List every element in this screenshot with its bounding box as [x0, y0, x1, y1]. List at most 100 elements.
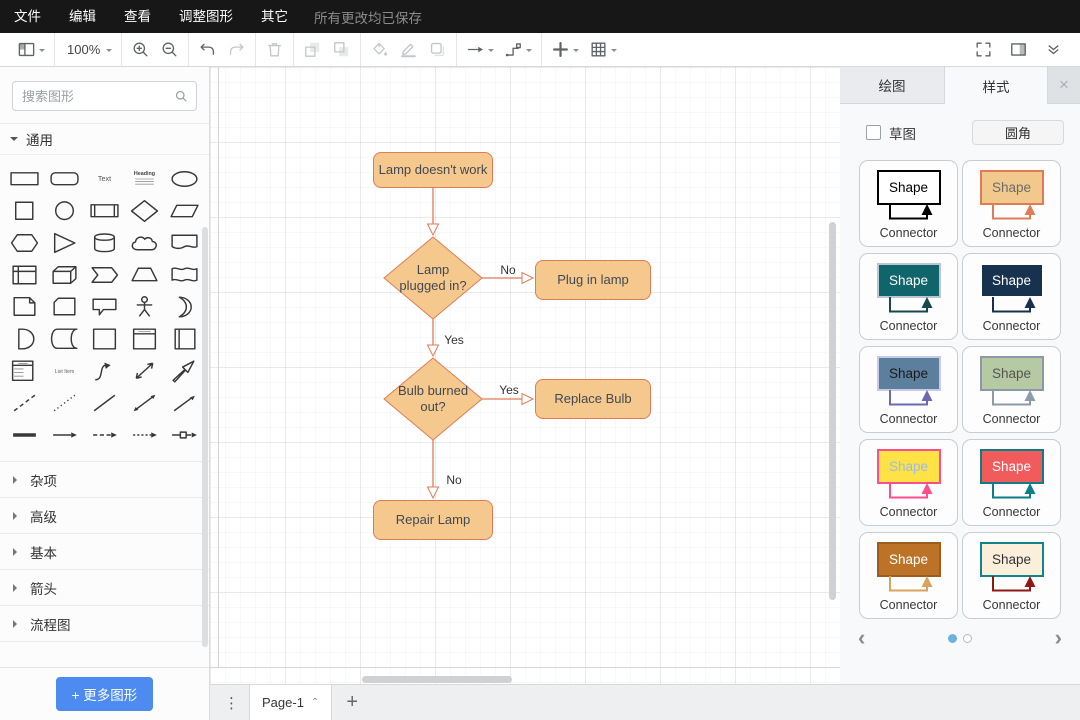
palette-shape-arrow[interactable] [165, 355, 205, 387]
node-q1[interactable]: Lamp plugged in? [393, 237, 473, 319]
palette-shape-labeled-edge[interactable] [125, 419, 165, 451]
palette-shape-text[interactable]: Text [84, 163, 124, 195]
fullscreen-button[interactable] [969, 36, 998, 63]
style-card-3[interactable]: ShapeConnector [859, 253, 958, 340]
search-input[interactable] [12, 81, 197, 111]
zoom-out-button[interactable] [155, 36, 184, 63]
node-plug[interactable]: Plug in lamp [535, 260, 651, 300]
palette-shape-list[interactable] [4, 355, 44, 387]
palette-shape-list-item[interactable]: List Item [44, 355, 84, 387]
style-card-8[interactable]: ShapeConnector [962, 439, 1061, 526]
tab-diagram[interactable]: 绘图 [840, 67, 944, 103]
sidebar-section-4[interactable]: 流程图 [0, 606, 209, 642]
style-card-4[interactable]: ShapeConnector [962, 253, 1061, 340]
palette-shape-vertical-container[interactable] [165, 323, 205, 355]
sidebar-section-0[interactable]: 杂项 [0, 462, 209, 498]
edge[interactable] [428, 319, 439, 356]
undo-button[interactable] [193, 36, 222, 63]
palette-shape-curve[interactable] [84, 355, 124, 387]
palette-shape-ellipse[interactable] [165, 163, 205, 195]
node-replace[interactable]: Replace Bulb [535, 379, 651, 419]
palette-shape-note[interactable] [4, 291, 44, 323]
sidebar-section-general[interactable]: 通用 [0, 124, 209, 155]
palette-shape-dashed-line[interactable] [4, 387, 44, 419]
palette-shape-rectangle[interactable] [4, 163, 44, 195]
palette-shape-tape[interactable] [165, 259, 205, 291]
style-card-2[interactable]: ShapeConnector [962, 160, 1061, 247]
canvas-horizontal-scrollbar[interactable] [362, 676, 512, 683]
palette-shape-circle[interactable] [44, 195, 84, 227]
palette-shape-callout[interactable] [84, 291, 124, 323]
palette-shape-hexagon[interactable] [4, 227, 44, 259]
palette-shape-parallelogram[interactable] [165, 195, 205, 227]
view-toggle-button[interactable] [12, 36, 50, 63]
pages-menu-icon[interactable]: ⋮ [210, 694, 249, 712]
zoom-select-button[interactable]: 100% [59, 38, 117, 61]
node-q2[interactable]: Bulb burned out? [393, 358, 473, 440]
style-card-9[interactable]: ShapeConnector [859, 532, 958, 619]
add-page-button[interactable]: + [332, 691, 372, 714]
diagram-canvas[interactable]: Lamp doesn't work Lamp plugged in? Plug in… [210, 67, 840, 684]
sketch-checkbox[interactable]: 草图 [866, 123, 916, 143]
menu-item-4[interactable]: 其它 [247, 0, 302, 33]
palette-shape-container[interactable] [84, 323, 124, 355]
style-card-5[interactable]: ShapeConnector [859, 346, 958, 433]
waypoints-button[interactable] [499, 36, 537, 63]
page-dot-1[interactable] [948, 634, 957, 643]
palette-shape-connector-link[interactable] [165, 419, 205, 451]
palette-shape-arrow-link[interactable] [44, 419, 84, 451]
canvas-vertical-scrollbar[interactable] [829, 222, 836, 600]
collapse-toolbar-button[interactable] [1039, 36, 1068, 63]
palette-shape-actor[interactable] [125, 291, 165, 323]
palette-shape-or[interactable] [165, 291, 205, 323]
style-card-7[interactable]: ShapeConnector [859, 439, 958, 526]
sidebar-section-2[interactable]: 基本 [0, 534, 209, 570]
palette-shape-dashed-edge[interactable] [84, 419, 124, 451]
palette-shape-dotted-line[interactable] [44, 387, 84, 419]
style-card-10[interactable]: ShapeConnector [962, 532, 1061, 619]
sidebar-section-3[interactable]: 箭头 [0, 570, 209, 606]
connection-button[interactable] [461, 36, 499, 63]
palette-shape-data-storage[interactable] [44, 323, 84, 355]
menu-item-0[interactable]: 文件 [0, 0, 55, 33]
node-repair[interactable]: Repair Lamp [373, 500, 493, 540]
palette-shape-step[interactable] [84, 259, 124, 291]
toggle-format-panel-button[interactable] [1004, 36, 1033, 63]
edge[interactable] [428, 440, 439, 498]
tab-style[interactable]: 样式 [944, 67, 1048, 104]
palette-shape-cylinder[interactable] [84, 227, 124, 259]
close-panel-button[interactable]: × [1048, 67, 1080, 103]
palette-shape-card[interactable] [44, 291, 84, 323]
sidebar-scrollbar[interactable] [202, 227, 208, 647]
insert-button[interactable] [546, 36, 584, 63]
palette-shape-diamond[interactable] [125, 195, 165, 227]
next-page-icon[interactable]: › [1055, 629, 1062, 647]
palette-shape-square[interactable] [4, 195, 44, 227]
palette-shape-process[interactable] [84, 195, 124, 227]
palette-shape-cube[interactable] [44, 259, 84, 291]
page-dot-2[interactable] [963, 634, 972, 643]
menu-item-3[interactable]: 调整图形 [165, 0, 247, 33]
menu-item-2[interactable]: 查看 [110, 0, 165, 33]
rounded-button[interactable]: 圆角 [972, 120, 1064, 145]
palette-shape-internal-storage[interactable] [4, 259, 44, 291]
palette-shape-link[interactable] [4, 419, 44, 451]
sidebar-section-1[interactable]: 高级 [0, 498, 209, 534]
palette-shape-trapezoid[interactable] [125, 259, 165, 291]
palette-shape-heading[interactable]: Heading [125, 163, 165, 195]
menu-item-1[interactable]: 编辑 [55, 0, 110, 33]
style-card-6[interactable]: ShapeConnector [962, 346, 1061, 433]
page-tab[interactable]: Page-1 ⌃ [249, 685, 332, 720]
palette-shape-triangle[interactable] [44, 227, 84, 259]
edge[interactable] [428, 188, 439, 235]
palette-shape-document[interactable] [165, 227, 205, 259]
palette-shape-bidirectional-arrow[interactable] [125, 355, 165, 387]
prev-page-icon[interactable]: ‹ [858, 629, 865, 647]
palette-shape-double-arrow-line[interactable] [125, 387, 165, 419]
palette-shape-rounded-rectangle[interactable] [44, 163, 84, 195]
palette-shape-and[interactable] [4, 323, 44, 355]
style-card-1[interactable]: ShapeConnector [859, 160, 958, 247]
palette-shape-arrow-line[interactable] [165, 387, 205, 419]
node-start[interactable]: Lamp doesn't work [373, 152, 493, 188]
palette-shape-line[interactable] [84, 387, 124, 419]
